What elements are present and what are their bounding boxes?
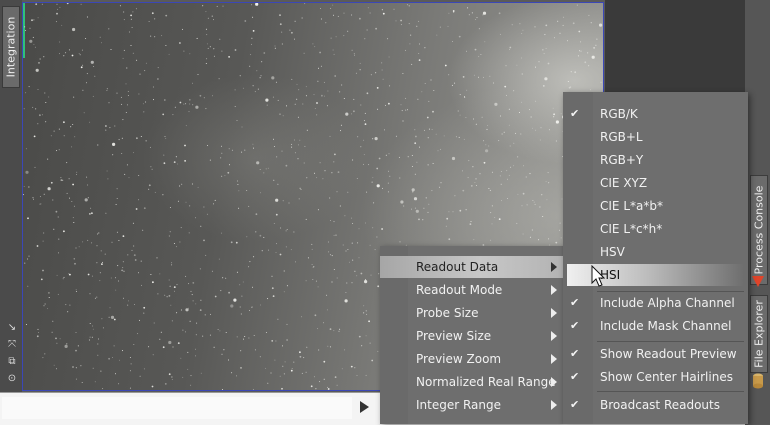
process-console-label: Process Console xyxy=(752,185,766,275)
readout-context-menu: Readout Data Readout Mode Probe Size Pre… xyxy=(380,246,563,424)
submenu-item-show-center-hairlines[interactable]: ✔ Show Center Hairlines xyxy=(563,366,748,388)
submenu-arrow-icon xyxy=(551,285,557,295)
checkmark-icon: ✔ xyxy=(570,296,580,309)
menu-item-preview-zoom[interactable]: Preview Zoom xyxy=(380,348,563,370)
menu-item-integer-range[interactable]: Integer Range xyxy=(380,394,563,416)
submenu-item-rgb-y[interactable]: RGB+Y xyxy=(563,149,748,171)
submenu-item-label: Broadcast Readouts xyxy=(600,398,720,412)
checkmark-icon: ✔ xyxy=(570,347,580,360)
submenu-item-label: Show Center Hairlines xyxy=(600,370,733,384)
fit-view-icon[interactable]: ⤧ xyxy=(6,339,18,351)
left-tool-strip: Integration ↘ ⤧ ⧉ ⊙ xyxy=(0,0,22,392)
menu-item-label: Readout Data xyxy=(416,260,499,274)
submenu-item-cie-lab[interactable]: CIE L*a*b* xyxy=(563,195,748,217)
file-explorer-tab[interactable]: File Explorer xyxy=(750,295,768,373)
submenu-item-hsv[interactable]: HSV xyxy=(563,241,748,263)
submenu-arrow-icon xyxy=(551,400,557,410)
submenu-item-show-readout-preview[interactable]: ✔ Show Readout Preview xyxy=(563,343,748,365)
submenu-item-cie-lch[interactable]: CIE L*c*h* xyxy=(563,218,748,240)
menu-item-label: Normalized Real Range xyxy=(416,375,556,389)
submenu-item-label: CIE L*c*h* xyxy=(600,222,663,236)
submenu-item-label: Show Readout Preview xyxy=(600,347,737,361)
submenu-item-label: CIE L*a*b* xyxy=(600,199,663,213)
menu-item-readout-mode[interactable]: Readout Mode xyxy=(380,279,563,301)
workspace-background xyxy=(605,0,745,92)
submenu-item-include-alpha[interactable]: ✔ Include Alpha Channel xyxy=(563,292,748,314)
submenu-item-broadcast-readouts[interactable]: ✔ Broadcast Readouts xyxy=(563,394,748,416)
menu-item-normalized-real-range[interactable]: Normalized Real Range xyxy=(380,371,563,393)
duplicate-icon[interactable]: ⧉ xyxy=(6,356,18,368)
submenu-arrow-icon xyxy=(551,354,557,364)
checkmark-icon: ✔ xyxy=(570,398,580,411)
submenu-item-label: RGB/K xyxy=(600,107,638,121)
checkmark-icon: ✔ xyxy=(570,370,580,383)
menu-item-probe-size[interactable]: Probe Size xyxy=(380,302,563,324)
submenu-item-label: Include Mask Channel xyxy=(600,319,732,333)
menu-item-label: Probe Size xyxy=(416,306,479,320)
submenu-arrow-icon xyxy=(551,377,557,387)
process-console-tab[interactable]: Process Console xyxy=(750,175,768,285)
menu-item-readout-data[interactable]: Readout Data xyxy=(380,256,563,278)
menu-item-label: Preview Zoom xyxy=(416,352,502,366)
mouse-cursor-icon xyxy=(591,265,605,287)
submenu-item-label: RGB+Y xyxy=(600,153,644,167)
file-explorer-icon xyxy=(753,373,763,389)
submenu-item-label: Include Alpha Channel xyxy=(600,296,735,310)
process-console-icon xyxy=(752,276,764,287)
zoom-arrow-icon[interactable]: ↘ xyxy=(6,322,18,334)
integration-tab[interactable]: Integration xyxy=(2,6,20,88)
submenu-item-rgb-k[interactable]: ✔ RGB/K xyxy=(563,103,748,125)
submenu-separator xyxy=(597,391,744,392)
menu-item-preview-size[interactable]: Preview Size xyxy=(380,325,563,347)
submenu-separator xyxy=(597,341,744,342)
submenu-item-rgb-l[interactable]: RGB+L xyxy=(563,126,748,148)
target-icon[interactable]: ⊙ xyxy=(6,373,18,385)
submenu-item-label: RGB+L xyxy=(600,130,643,144)
command-input[interactable] xyxy=(2,397,352,419)
checkmark-icon: ✔ xyxy=(570,319,580,332)
submenu-arrow-icon xyxy=(551,262,557,272)
submenu-arrow-icon xyxy=(551,308,557,318)
checkmark-icon: ✔ xyxy=(570,107,580,120)
submenu-item-cie-xyz[interactable]: CIE XYZ xyxy=(563,172,748,194)
menu-item-label: Readout Mode xyxy=(416,283,503,297)
submenu-arrow-icon xyxy=(551,331,557,341)
submenu-item-label: HSV xyxy=(600,245,625,259)
submenu-item-include-mask[interactable]: ✔ Include Mask Channel xyxy=(563,315,748,337)
menu-item-label: Preview Size xyxy=(416,329,492,343)
file-explorer-label: File Explorer xyxy=(752,300,766,368)
menu-item-label: Integer Range xyxy=(416,398,502,412)
integration-tab-label: Integration xyxy=(4,16,18,78)
readout-data-submenu: ✔ RGB/K RGB+L RGB+Y CIE XYZ CIE L*a*b* C… xyxy=(563,92,748,424)
play-icon[interactable] xyxy=(360,401,369,413)
submenu-item-label: CIE XYZ xyxy=(600,176,648,190)
